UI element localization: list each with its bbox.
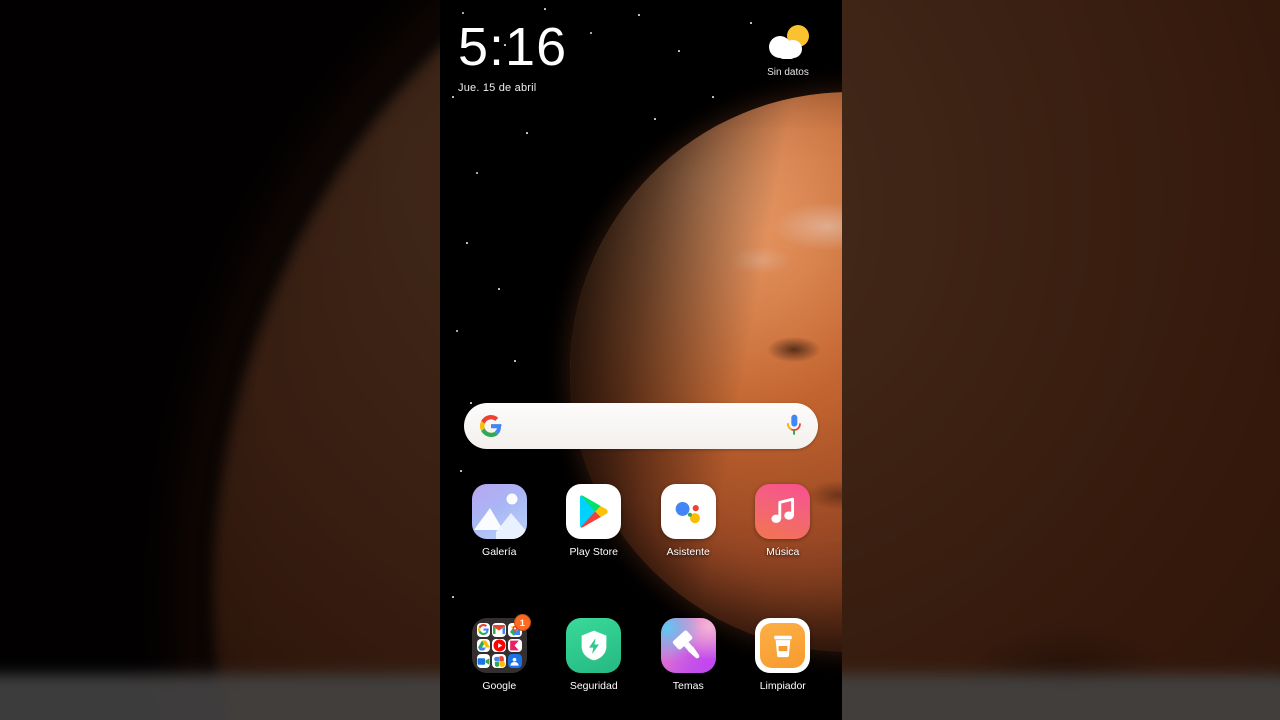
themes-brush-icon <box>660 618 716 673</box>
app-label: Play Store <box>569 546 618 558</box>
app-musica[interactable]: Música <box>736 484 831 558</box>
google-icon <box>476 623 491 637</box>
folder-badge-count: 1 <box>513 614 531 631</box>
app-play-store[interactable]: Play Store <box>547 484 642 558</box>
google-assistant-icon <box>660 484 716 539</box>
gallery-icon <box>471 484 527 539</box>
play-store-icon <box>566 484 622 539</box>
google-search-bar[interactable] <box>464 403 818 449</box>
app-grid: Galería Play Store Asistente Música 1 Go… <box>452 484 830 692</box>
app-temas[interactable]: Temas <box>641 618 736 692</box>
partly-cloudy-icon <box>760 22 816 66</box>
microphone-icon[interactable] <box>786 414 802 438</box>
app-folder-google[interactable]: 1 Google <box>452 614 547 692</box>
google-g-icon <box>480 415 502 437</box>
app-seguridad[interactable]: Seguridad <box>547 618 642 692</box>
app-limpiador[interactable]: Limpiador <box>736 618 831 692</box>
app-label: Seguridad <box>569 680 618 692</box>
meet-icon <box>476 654 491 668</box>
app-row-1: Galería Play Store Asistente Música <box>452 484 830 558</box>
play-movies-icon <box>508 638 522 653</box>
cleaner-trash-icon <box>755 618 811 673</box>
weather-status-label: Sin datos <box>767 67 809 78</box>
music-icon <box>755 484 811 539</box>
clock-widget[interactable]: 5:16 Jue. 15 de abril <box>458 18 567 94</box>
app-label: Limpiador <box>759 680 806 692</box>
app-label: Temas <box>672 680 704 692</box>
app-label: Música <box>766 546 800 558</box>
app-label: Asistente <box>666 546 710 558</box>
clock-time: 5:16 <box>458 17 568 77</box>
photos-icon <box>492 654 507 668</box>
weather-widget[interactable]: Sin datos <box>748 22 828 78</box>
security-shield-icon <box>566 618 622 673</box>
phone-screen: 5:16 Jue. 15 de abril Sin datos Galería … <box>440 0 842 720</box>
app-row-2: 1 Google Seguridad Temas Limpiador <box>452 614 831 692</box>
app-label: Galería <box>482 546 517 558</box>
contacts-icon <box>508 654 522 668</box>
app-galeria[interactable]: Galería <box>452 484 547 558</box>
screenshot-stage: 5:16 Jue. 15 de abril Sin datos Galería … <box>0 0 1280 720</box>
gmail-icon <box>492 623 507 637</box>
app-asistente[interactable]: Asistente <box>641 484 736 558</box>
youtube-icon <box>492 638 507 653</box>
drive-icon <box>476 638 491 653</box>
app-label: Google <box>482 680 517 692</box>
clock-date: Jue. 15 de abril <box>458 82 537 94</box>
